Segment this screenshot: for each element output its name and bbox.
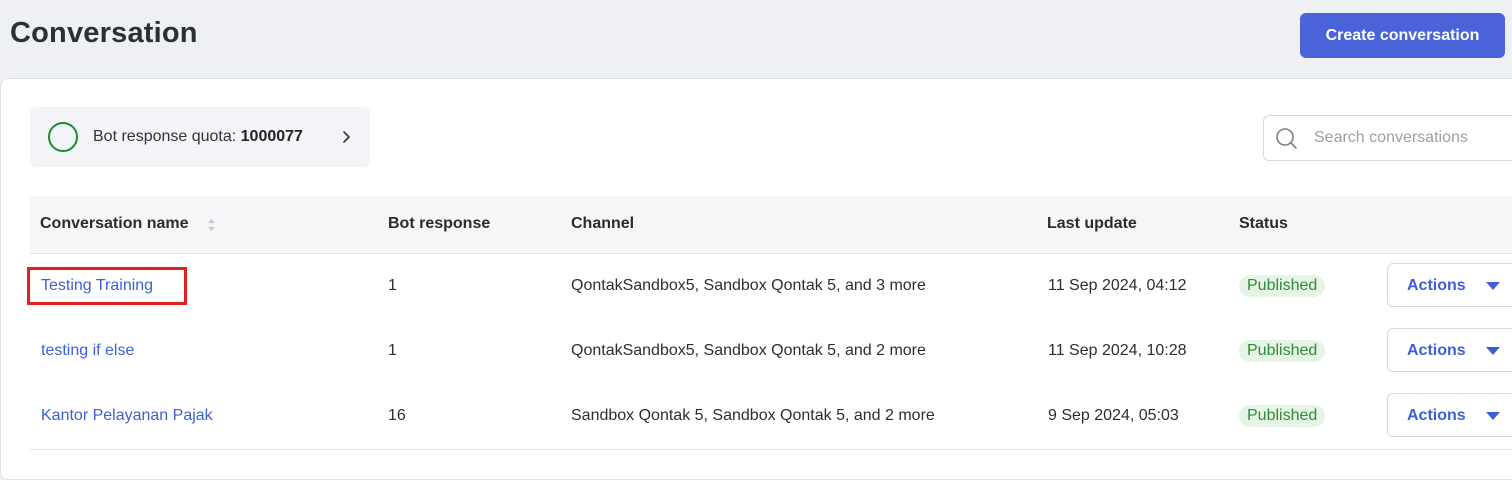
quota-value: 1000077	[240, 128, 303, 145]
actions-dropdown-button[interactable]: Actions	[1387, 328, 1512, 372]
channel-text: Sandbox Qontak 5, Sandbox Qontak 5, and …	[571, 407, 935, 424]
bot-response-count: 16	[388, 407, 406, 424]
bot-response-count: 1	[388, 277, 397, 294]
actions-label: Actions	[1407, 407, 1466, 424]
actions-dropdown-button[interactable]: Actions	[1387, 263, 1512, 307]
caret-down-icon	[1486, 412, 1500, 420]
status-badge: Published	[1239, 405, 1326, 427]
actions-label: Actions	[1407, 342, 1466, 359]
status-badge: Published	[1239, 340, 1326, 362]
last-update-text: 9 Sep 2024, 05:03	[1048, 407, 1179, 424]
column-header-last-update: Last update	[1047, 215, 1137, 232]
quota-ring-icon	[48, 122, 78, 152]
table-header: Conversation name Bot response Channel L…	[30, 196, 1512, 254]
bot-response-count: 1	[388, 342, 397, 359]
caret-down-icon	[1486, 347, 1500, 355]
caret-down-icon	[1486, 282, 1500, 290]
page-title: Conversation	[10, 17, 198, 49]
chevron-right-icon	[343, 131, 350, 143]
table-row: Testing Training 1 QontakSandbox5, Sandb…	[27, 254, 1512, 320]
last-update-text: 11 Sep 2024, 10:28	[1048, 342, 1187, 359]
last-update-text: 11 Sep 2024, 04:12	[1048, 277, 1187, 294]
search-icon	[1276, 128, 1297, 149]
channel-text: QontakSandbox5, Sandbox Qontak 5, and 3 …	[571, 277, 926, 294]
actions-label: Actions	[1407, 277, 1466, 294]
status-badge: Published	[1239, 275, 1326, 297]
search-box[interactable]	[1263, 115, 1512, 161]
table-row: Kantor Pelayanan Pajak 16 Sandbox Qontak…	[30, 384, 1512, 450]
column-header-channel: Channel	[571, 215, 635, 232]
conversation-name-link[interactable]: Testing Training	[41, 277, 153, 295]
sort-icon[interactable]	[207, 218, 216, 232]
conversation-name-link[interactable]: testing if else	[41, 342, 134, 360]
search-input[interactable]	[1312, 124, 1512, 152]
quota-text: Bot response quota: 1000077	[93, 128, 303, 146]
column-header-bot-response: Bot response	[388, 215, 491, 232]
conversation-name-link[interactable]: Kantor Pelayanan Pajak	[41, 407, 213, 425]
quota-label: Bot response quota:	[93, 128, 241, 145]
table-row: testing if else 1 QontakSandbox5, Sandbo…	[30, 319, 1512, 385]
bot-response-quota[interactable]: Bot response quota: 1000077	[30, 107, 370, 167]
column-header-conversation-name[interactable]: Conversation name	[40, 215, 188, 233]
create-conversation-button[interactable]: Create conversation	[1300, 13, 1505, 58]
actions-dropdown-button[interactable]: Actions	[1387, 393, 1512, 437]
column-header-status: Status	[1239, 215, 1288, 232]
channel-text: QontakSandbox5, Sandbox Qontak 5, and 2 …	[571, 342, 926, 359]
